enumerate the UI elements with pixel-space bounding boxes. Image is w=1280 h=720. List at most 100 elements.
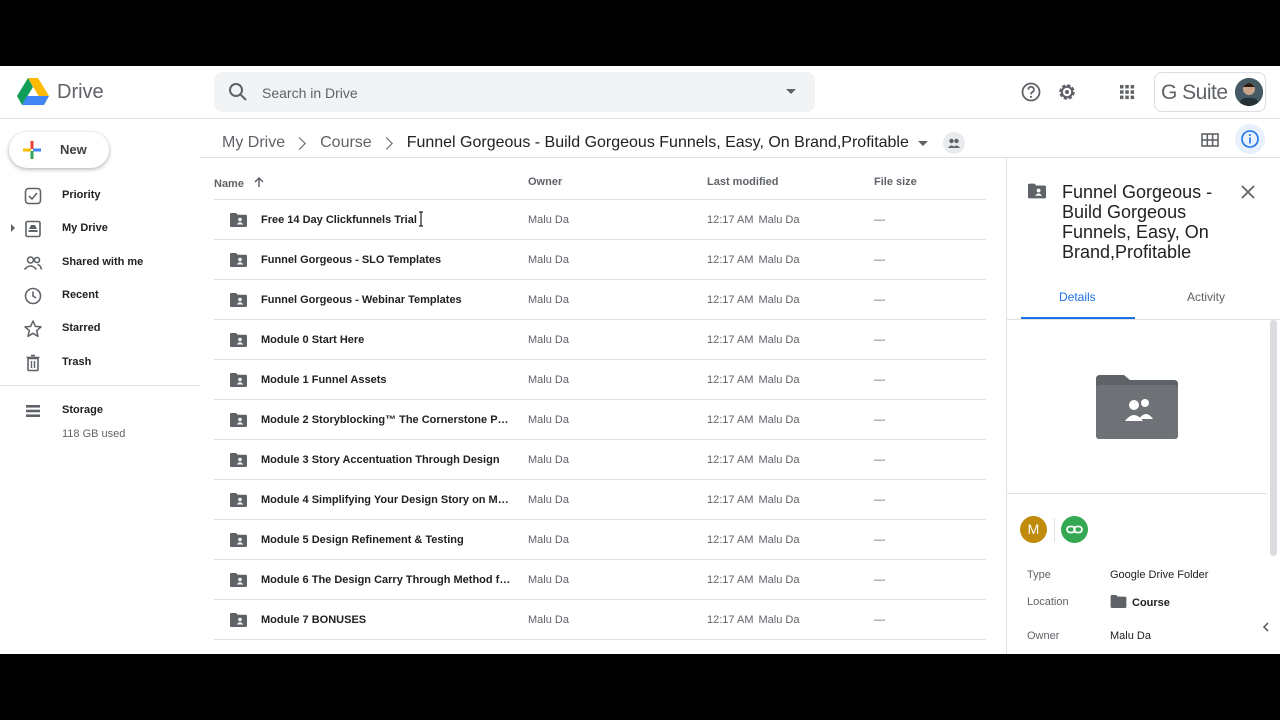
sidebar-divider <box>0 385 200 386</box>
view-details-button[interactable] <box>1235 124 1265 154</box>
file-owner: Malu Da <box>528 534 569 546</box>
file-last-modified: 12:17 AM Malu Da <box>707 334 800 346</box>
file-row[interactable]: Funnel Gorgeous - Webinar Templates Malu… <box>214 280 986 320</box>
chevron-right-icon <box>379 136 393 150</box>
tab-activity[interactable]: Activity <box>1187 290 1225 304</box>
file-name: Free 14 Day Clickfunnels Trial <box>261 214 417 226</box>
file-size: — <box>874 294 885 306</box>
file-last-modified: 12:17 AM Malu Da <box>707 574 800 586</box>
file-size: — <box>874 534 885 546</box>
owner-avatar[interactable]: M <box>1020 516 1047 543</box>
file-name: Module 1 Funnel Assets <box>261 374 387 386</box>
sidebar-item-my-drive[interactable]: My Drive <box>0 212 200 245</box>
people-icon <box>23 256 43 271</box>
file-size: — <box>874 614 885 626</box>
breadcrumb-item-my-drive[interactable]: My Drive <box>222 134 285 152</box>
search-bar[interactable] <box>214 72 815 112</box>
file-name: Funnel Gorgeous - Webinar Templates <box>261 294 462 306</box>
sidebar-item-label: Trash <box>62 356 92 368</box>
owner-label: Owner <box>1027 630 1060 642</box>
drive-logo-icon[interactable] <box>17 77 49 107</box>
search-input[interactable] <box>260 80 764 106</box>
type-value: Google Drive Folder <box>1110 569 1209 581</box>
sort-ascending-icon[interactable] <box>253 176 265 188</box>
column-header-file-size[interactable]: File size <box>874 176 917 188</box>
apps-grid-icon[interactable] <box>1114 79 1140 105</box>
file-name: Module 0 Start Here <box>261 334 365 346</box>
file-last-modified: 12:17 AM Malu Da <box>707 534 800 546</box>
sidebar-item-starred[interactable]: Starred <box>0 312 200 345</box>
location-value[interactable]: Course <box>1110 595 1170 609</box>
file-size: — <box>874 574 885 586</box>
owner-value: Malu Da <box>1110 630 1151 642</box>
shared-folder-icon <box>230 293 247 307</box>
file-name: Funnel Gorgeous - SLO Templates <box>261 254 442 266</box>
grid-view-icon[interactable] <box>1200 130 1220 150</box>
file-name: Module 7 BONUSES <box>261 614 367 626</box>
file-last-modified: 12:17 AM Malu Da <box>707 494 800 506</box>
sidebar-item-recent[interactable]: Recent <box>0 279 200 312</box>
chevron-left-icon[interactable] <box>1257 618 1275 636</box>
file-row[interactable]: Module 1 Funnel Assets Malu Da 12:17 AM M… <box>214 360 986 400</box>
tab-details[interactable]: Details <box>1059 290 1096 304</box>
sidebar-item-storage[interactable]: Storage <box>0 394 200 427</box>
file-size: — <box>874 494 885 506</box>
column-header-name[interactable]: Name <box>214 176 265 190</box>
file-owner: Malu Da <box>528 574 569 586</box>
folder-menu-dropdown-icon[interactable] <box>917 140 928 146</box>
settings-gear-icon[interactable] <box>1054 79 1080 105</box>
search-icon[interactable] <box>228 82 248 102</box>
search-options-dropdown-icon[interactable] <box>786 89 796 94</box>
breadcrumb-current-folder[interactable]: Funnel Gorgeous - Build Gorgeous Funnels… <box>407 134 909 152</box>
file-row[interactable]: Module 3 Story Accentuation Through Desi… <box>214 440 986 480</box>
account-avatar[interactable] <box>1235 78 1263 106</box>
column-header-owner[interactable]: Owner <box>528 176 562 188</box>
scrollbar[interactable] <box>1270 320 1277 556</box>
sidebar-item-priority[interactable]: Priority <box>0 179 200 212</box>
sidebar-item-trash[interactable]: Trash <box>0 346 200 379</box>
expand-arrow-icon[interactable] <box>11 224 15 232</box>
shared-folder-icon <box>230 453 247 467</box>
file-size: — <box>874 374 885 386</box>
divider <box>1054 518 1055 542</box>
preview-divider <box>1007 493 1267 494</box>
sidebar-item-label: Recent <box>62 289 99 301</box>
shared-folder-icon <box>230 613 247 627</box>
help-icon[interactable] <box>1018 79 1044 105</box>
trash-icon <box>26 354 40 372</box>
file-row[interactable]: Module 6 The Design Carry Through Method… <box>214 560 986 600</box>
new-button[interactable]: New <box>9 132 109 168</box>
file-size: — <box>874 334 885 346</box>
file-row[interactable]: Module 0 Start Here Malu Da 12:17 AM Malu… <box>214 320 986 360</box>
file-row[interactable]: Module 2 Storyblocking™ The Cornerstone … <box>214 400 986 440</box>
details-panel: Funnel Gorgeous - Build Gorgeous Funnels… <box>1006 158 1280 654</box>
storage-icon <box>26 405 40 417</box>
close-icon[interactable] <box>1240 184 1256 200</box>
shared-folder-icon[interactable] <box>942 132 965 154</box>
account-switcher[interactable]: G Suite <box>1154 72 1266 112</box>
app-name[interactable]: Drive <box>57 81 104 104</box>
file-size: — <box>874 214 885 226</box>
storage-usage-text: 118 GB used <box>62 428 126 440</box>
file-row[interactable]: Module 7 BONUSES Malu Da 12:17 AM Malu Da… <box>214 600 986 640</box>
column-header-last-modified[interactable]: Last modified <box>707 176 779 188</box>
plus-icon <box>23 141 41 159</box>
people-icon <box>947 138 960 148</box>
file-last-modified: 12:17 AM Malu Da <box>707 414 800 426</box>
file-row[interactable]: Free 14 Day Clickfunnels Trial Malu Da 1… <box>214 200 986 240</box>
tabs-divider <box>1007 319 1280 320</box>
file-last-modified: 12:17 AM Malu Da <box>707 614 800 626</box>
location-label: Location <box>1027 596 1069 608</box>
user-photo-icon <box>1235 78 1263 106</box>
file-row[interactable]: Funnel Gorgeous - SLO Templates Malu Da … <box>214 240 986 280</box>
file-row[interactable]: Module 4 Simplifying Your Design Story o… <box>214 480 986 520</box>
file-row[interactable]: Module 5 Design Refinement & Testing Mal… <box>214 520 986 560</box>
chevron-right-icon <box>293 136 306 150</box>
breadcrumb-item-course[interactable]: Course <box>320 134 372 152</box>
sidebar-item-shared-with-me[interactable]: Shared with me <box>0 246 200 279</box>
file-owner: Malu Da <box>528 414 569 426</box>
mouse-cursor-icon <box>419 211 423 227</box>
gsuite-logo: G Suite <box>1161 81 1228 104</box>
get-link-button[interactable] <box>1061 516 1088 543</box>
sidebar-item-label: My Drive <box>62 222 108 234</box>
